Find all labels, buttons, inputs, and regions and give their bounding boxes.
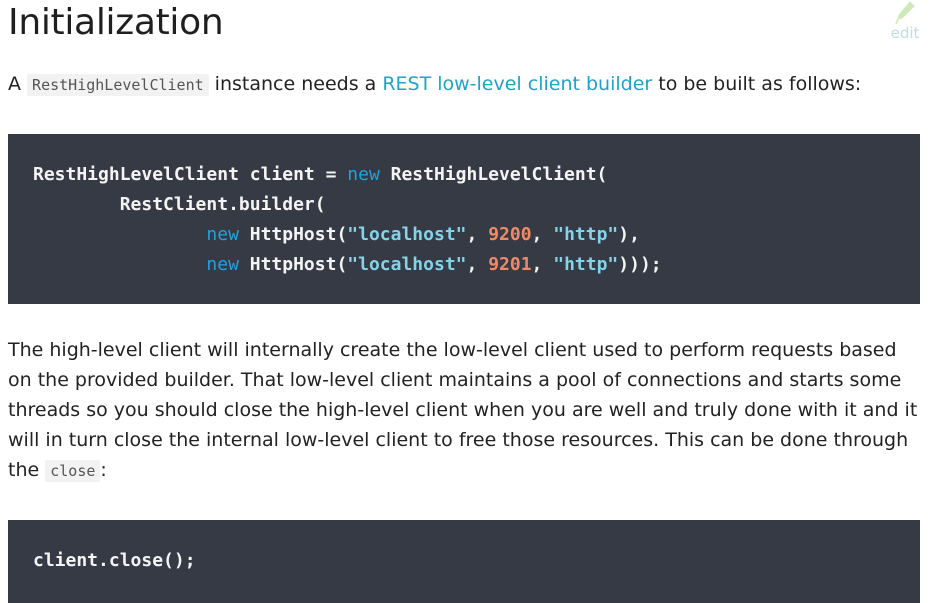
edit-label: edit (890, 24, 920, 42)
rest-low-level-client-builder-link[interactable]: REST low-level client builder (382, 73, 652, 95)
code-block-initialization: RestHighLevelClient client = new RestHig… (8, 134, 920, 304)
pencil-icon (895, 1, 915, 25)
paragraph-text: The high-level client will internally cr… (8, 339, 918, 481)
paragraph-text: : (100, 459, 107, 481)
intro-text: instance needs a (208, 73, 383, 95)
code-block-close: client.close(); (8, 520, 920, 603)
inline-code-close: close (45, 460, 101, 482)
inline-code-resthighlevelclient: RestHighLevelClient (27, 74, 209, 96)
close-explanation-paragraph: The high-level client will internally cr… (8, 335, 920, 486)
edit-link[interactable]: edit (888, 0, 922, 42)
page-title: Initialization (8, 2, 224, 43)
intro-text: A (8, 73, 28, 95)
intro-text: to be built as follows: (652, 73, 862, 95)
intro-paragraph: A RestHighLevelClient instance needs a R… (8, 69, 920, 100)
